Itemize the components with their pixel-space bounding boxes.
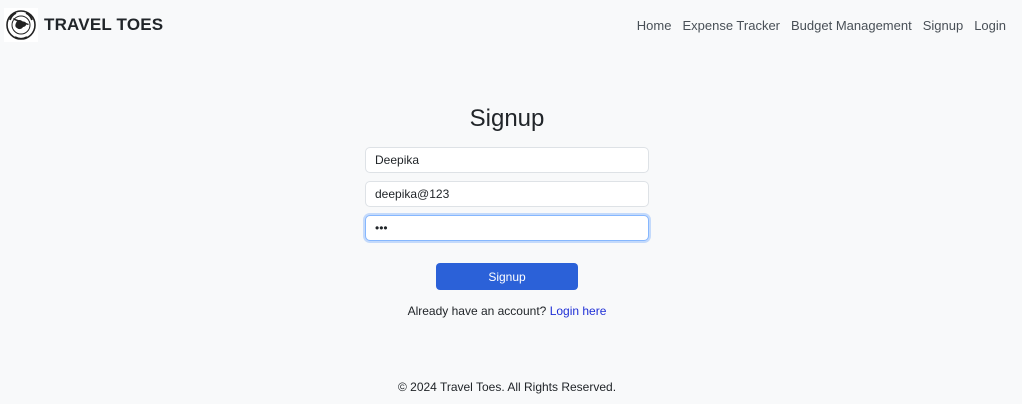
navbar: TRAVEL TOES Home Expense Tracker Budget … bbox=[0, 0, 1022, 52]
nav-link-budget-management[interactable]: Budget Management bbox=[791, 17, 912, 35]
nav-link-signup[interactable]: Signup bbox=[923, 17, 963, 35]
nav-link-home[interactable]: Home bbox=[637, 17, 672, 35]
footer-text: © 2024 Travel Toes. All Rights Reserved. bbox=[397, 380, 617, 394]
password-input[interactable] bbox=[365, 215, 649, 241]
nav-link-login[interactable]: Login bbox=[974, 17, 1006, 35]
email-input[interactable] bbox=[365, 181, 649, 207]
page-title: Signup bbox=[469, 105, 545, 132]
login-link[interactable]: Login here bbox=[550, 304, 607, 318]
brand-name: TRAVEL TOES bbox=[44, 15, 164, 34]
login-prompt-text: Already have an account? bbox=[407, 304, 547, 318]
login-prompt: Already have an account? Login here bbox=[0, 303, 1014, 319]
signup-button[interactable]: Signup bbox=[436, 263, 578, 290]
travel-toes-logo-icon bbox=[4, 8, 38, 42]
brand-link[interactable]: TRAVEL TOES bbox=[4, 8, 163, 42]
nav-link-expense-tracker[interactable]: Expense Tracker bbox=[682, 17, 780, 35]
username-input[interactable] bbox=[365, 147, 649, 173]
footer: © 2024 Travel Toes. All Rights Reserved. bbox=[0, 379, 1014, 395]
nav-links: Home Expense Tracker Budget Management S… bbox=[626, 17, 1006, 35]
